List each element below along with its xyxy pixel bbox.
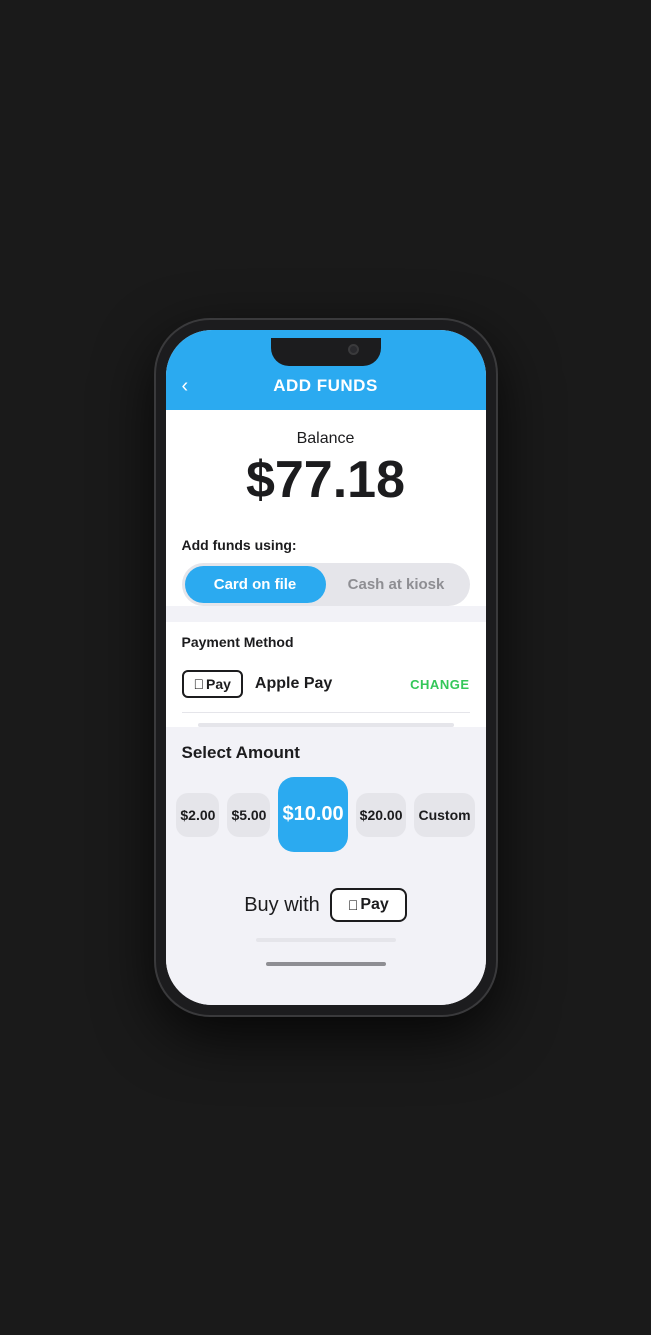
payment-row:  Pay Apple Pay CHANGE xyxy=(182,660,470,713)
amount-section: Select Amount $2.00 $5.00 $10.00 $20.00 … xyxy=(166,727,486,868)
amount-5-button[interactable]: $5.00 xyxy=(227,793,270,837)
amount-20-button[interactable]: $20.00 xyxy=(356,793,407,837)
phone-screen: ‹ ADD FUNDS Balance $77.18 Add funds usi… xyxy=(166,330,486,1005)
bottom-divider xyxy=(256,938,396,942)
payment-method-name: Apple Pay xyxy=(255,675,410,693)
change-payment-button[interactable]: CHANGE xyxy=(410,677,469,692)
buy-row: Buy with  Pay xyxy=(244,888,407,922)
amount-2-button[interactable]: $2.00 xyxy=(176,793,219,837)
cash-at-kiosk-button[interactable]: Cash at kiosk xyxy=(326,566,467,603)
camera xyxy=(348,344,359,355)
apple-logo-icon:  xyxy=(194,676,205,692)
main-content: Balance $77.18 Add funds using: Card on … xyxy=(166,410,486,1005)
amount-custom-button[interactable]: Custom xyxy=(414,793,474,837)
apple-pay-badge:  Pay xyxy=(182,670,243,698)
balance-label: Balance xyxy=(182,430,470,448)
balance-section: Balance $77.18 xyxy=(166,410,486,525)
apple-pay-badge-text: Pay xyxy=(206,676,231,692)
back-button[interactable]: ‹ xyxy=(182,375,189,398)
phone-frame: ‹ ADD FUNDS Balance $77.18 Add funds usi… xyxy=(156,320,496,1015)
amount-10-button[interactable]: $10.00 xyxy=(278,777,347,852)
card-on-file-button[interactable]: Card on file xyxy=(185,566,326,603)
add-funds-label: Add funds using: xyxy=(182,537,470,553)
buy-with-label: Buy with xyxy=(244,894,320,917)
payment-toggle: Card on file Cash at kiosk xyxy=(182,563,470,606)
page-title: ADD FUNDS xyxy=(273,376,378,396)
payment-section: Payment Method  Pay Apple Pay CHANGE xyxy=(166,622,486,727)
balance-amount: $77.18 xyxy=(182,452,470,509)
select-amount-label: Select Amount xyxy=(182,743,470,763)
payment-method-label: Payment Method xyxy=(182,634,470,650)
add-funds-section: Add funds using: Card on file Cash at ki… xyxy=(166,525,486,606)
notch xyxy=(271,338,381,366)
amount-grid: $2.00 $5.00 $10.00 $20.00 Custom xyxy=(182,777,470,852)
home-indicator xyxy=(266,962,386,966)
buy-section: Buy with  Pay xyxy=(166,868,486,952)
apple-pay-buy-button[interactable]:  Pay xyxy=(330,888,407,922)
apple-pay-button-text: Pay xyxy=(360,896,388,914)
apple-pay-icon:  xyxy=(348,897,359,913)
